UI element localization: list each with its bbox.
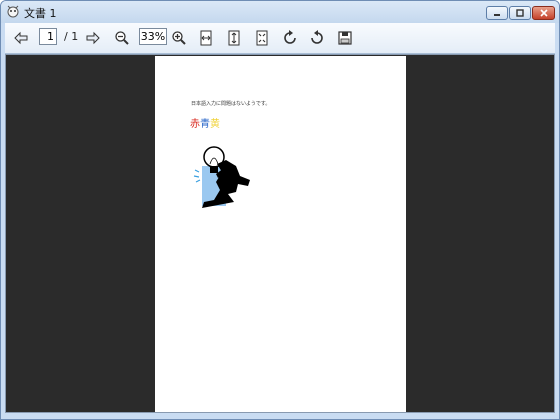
window-title: 文書 1	[24, 7, 57, 20]
fit-height-button[interactable]	[222, 26, 246, 50]
minimize-button[interactable]	[486, 6, 508, 20]
title-bar[interactable]: 文書 1	[1, 1, 559, 23]
zoom-out-button[interactable]	[110, 26, 134, 50]
fit-width-button[interactable]	[194, 26, 218, 50]
prev-page-icon	[14, 31, 28, 45]
close-icon	[539, 9, 548, 17]
color-word-blue: 青	[200, 119, 210, 130]
app-icon	[7, 5, 19, 18]
color-word-red: 赤	[190, 119, 200, 130]
prev-page-button[interactable]	[9, 26, 33, 50]
lightbulb-clipart-image	[193, 146, 250, 208]
fit-height-icon	[228, 30, 240, 46]
color-words: 赤青黄	[190, 115, 220, 130]
maximize-button[interactable]	[509, 6, 531, 20]
save-button[interactable]	[333, 26, 357, 50]
fit-page-icon	[256, 30, 268, 46]
zoom-in-button[interactable]	[167, 26, 191, 50]
document-viewer[interactable]: 日本語入力に問題はないようです。 赤青黄	[5, 54, 555, 413]
toolbar: 1 / 1 33%	[5, 23, 555, 54]
rotate-cw-icon	[284, 30, 296, 44]
document-text-line: 日本語入力に問題はないようです。	[191, 101, 271, 107]
next-page-button[interactable]	[81, 26, 105, 50]
fit-page-button[interactable]	[250, 26, 274, 50]
zoom-out-icon	[115, 31, 129, 45]
fit-width-icon	[200, 30, 212, 46]
save-icon	[338, 31, 352, 45]
minimize-icon	[494, 14, 500, 16]
rotate-counterclockwise-button[interactable]	[305, 26, 329, 50]
color-word-yellow: 黄	[210, 119, 220, 130]
next-page-icon	[86, 31, 100, 45]
zoom-in-icon	[172, 31, 186, 45]
rotate-ccw-icon	[311, 30, 323, 44]
page-total-label: / 1	[64, 30, 79, 43]
document-page: 日本語入力に問題はないようです。 赤青黄	[155, 56, 406, 412]
zoom-level-input[interactable]: 33%	[139, 28, 167, 45]
restore-icon	[516, 9, 524, 17]
page-number-input[interactable]: 1	[39, 28, 57, 45]
close-button[interactable]	[532, 6, 555, 20]
app-window: 文書 1 1 / 1 33% 日本語入力に問題はないようです。 赤青黄	[0, 0, 560, 420]
rotate-clockwise-button[interactable]	[278, 26, 302, 50]
